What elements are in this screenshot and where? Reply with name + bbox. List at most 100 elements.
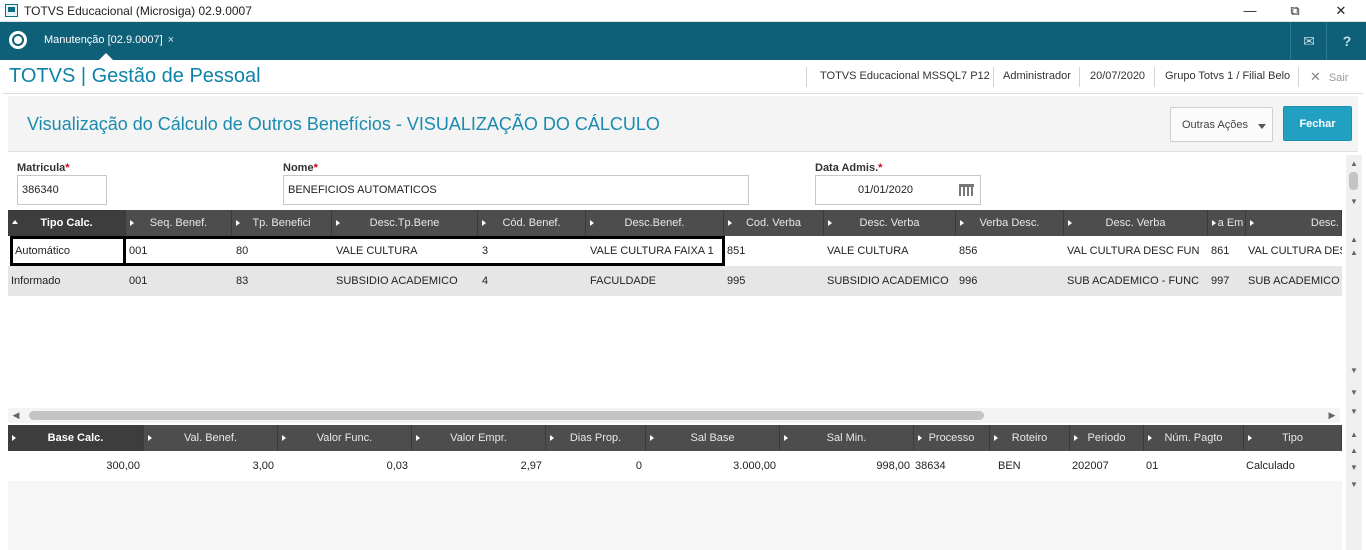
- column-header[interactable]: Desc. Verba: [1064, 210, 1208, 236]
- exit-button[interactable]: ✕ Sair: [1310, 69, 1348, 85]
- table-cell[interactable]: 998,00: [780, 451, 910, 481]
- column-header[interactable]: Seq. Benef.: [126, 210, 232, 236]
- table-cell[interactable]: 2,97: [412, 451, 542, 481]
- column-header[interactable]: Núm. Pagto: [1144, 425, 1244, 451]
- table-cell[interactable]: FACULDADE: [590, 266, 720, 296]
- column-header[interactable]: Desc. Verba: [824, 210, 956, 236]
- page-title: Visualização do Cálculo de Outros Benefí…: [27, 114, 660, 134]
- table-cell[interactable]: Automático: [10, 236, 126, 266]
- column-header[interactable]: Processo: [914, 425, 990, 451]
- column-header[interactable]: Tipo: [1244, 425, 1342, 451]
- table-cell[interactable]: BEN: [998, 451, 1068, 481]
- table-cell[interactable]: SUB ACADEMICO -: [1248, 266, 1342, 296]
- scroll-right-icon[interactable]: ▶: [1326, 408, 1338, 423]
- table-cell[interactable]: VAL CULTURA DES: [1248, 236, 1342, 266]
- scroll-up-icon[interactable]: ▲: [1346, 428, 1362, 442]
- scroll-left-icon[interactable]: ◀: [10, 408, 22, 423]
- nome-field[interactable]: BENEFICIOS AUTOMATICOS: [283, 175, 749, 205]
- table-cell[interactable]: 997: [1211, 266, 1245, 296]
- table-cell[interactable]: 3,00: [144, 451, 274, 481]
- help-icon[interactable]: ?: [1332, 22, 1362, 60]
- table-cell[interactable]: 80: [236, 236, 326, 266]
- column-title: Sal Min.: [826, 432, 867, 444]
- scroll-down-icon[interactable]: ▼: [1346, 364, 1362, 378]
- table-cell[interactable]: 4: [482, 266, 582, 296]
- table-cell[interactable]: 996: [959, 266, 1059, 296]
- table-cell[interactable]: 83: [236, 266, 326, 296]
- tab-close-icon[interactable]: ×: [168, 34, 174, 46]
- other-actions-button[interactable]: Outras Ações: [1170, 107, 1273, 142]
- table-cell[interactable]: 3: [482, 236, 582, 266]
- table-cell[interactable]: 001: [129, 236, 229, 266]
- column-header[interactable]: Valor Empr.: [412, 425, 546, 451]
- scroll-top-icon[interactable]: ▲: [1346, 233, 1362, 247]
- table-cell[interactable]: Informado: [11, 266, 123, 296]
- mail-icon[interactable]: ✉: [1294, 22, 1324, 60]
- horizontal-scrollbar[interactable]: ◀ ▶: [8, 408, 1340, 423]
- table-cell[interactable]: VALE CULTURA: [827, 236, 953, 266]
- column-header[interactable]: Val. Benef.: [144, 425, 278, 451]
- column-header[interactable]: Valor Func.: [278, 425, 412, 451]
- table-cell[interactable]: VALE CULTURA: [336, 236, 476, 266]
- table-cell[interactable]: Calculado: [1246, 451, 1342, 481]
- column-header[interactable]: Desc.Tp.Bene: [332, 210, 478, 236]
- column-header[interactable]: Desc.: [1246, 210, 1342, 236]
- data-admis-field[interactable]: 01/01/2020: [815, 175, 981, 205]
- minimize-button[interactable]: —: [1227, 0, 1273, 22]
- table-cell[interactable]: 001: [129, 266, 229, 296]
- page-scrollbar[interactable]: ▲ ▼ ▲ ▲ ▼ ▼ ▼ ▲ ▲ ▼ ▼: [1346, 155, 1362, 550]
- column-header[interactable]: a Em: [1208, 210, 1246, 236]
- table-cell[interactable]: SUB ACADEMICO - FUNC: [1067, 266, 1203, 296]
- column-header[interactable]: Sal Min.: [780, 425, 914, 451]
- table-cell[interactable]: SUBSIDIO ACADEMICO: [827, 266, 953, 296]
- column-header[interactable]: Cód. Benef.: [478, 210, 586, 236]
- required-mark: *: [313, 162, 318, 174]
- scroll-up-icon[interactable]: ▲: [1346, 444, 1362, 458]
- column-header[interactable]: Dias Prop.: [546, 425, 646, 451]
- scroll-up-icon[interactable]: ▲: [1346, 157, 1362, 171]
- column-header[interactable]: Desc.Benef.: [586, 210, 724, 236]
- scroll-up-icon[interactable]: ▲: [1346, 246, 1362, 260]
- column-header[interactable]: Sal Base: [646, 425, 780, 451]
- table-cell[interactable]: 300,00: [8, 451, 140, 481]
- scroll-down-icon[interactable]: ▼: [1346, 478, 1362, 492]
- column-title: Roteiro: [1011, 432, 1048, 444]
- table-row[interactable]: Informado 001 83 SUBSIDIO ACADEMICO 4 FA…: [8, 266, 1342, 296]
- table-row[interactable]: 300,00 3,00 0,03 2,97 0 3.000,00 998,00 …: [8, 451, 1342, 481]
- table-cell[interactable]: 851: [727, 236, 822, 266]
- column-header[interactable]: Verba Desc.: [956, 210, 1064, 236]
- close-button[interactable]: Fechar: [1283, 106, 1352, 141]
- table-cell[interactable]: 995: [727, 266, 822, 296]
- table-cell[interactable]: 01: [1146, 451, 1242, 481]
- column-header[interactable]: Cod. Verba: [724, 210, 824, 236]
- table-cell[interactable]: 38634: [915, 451, 989, 481]
- column-header[interactable]: Base Calc.: [8, 425, 144, 451]
- scroll-thumb[interactable]: [1349, 172, 1358, 190]
- table-cell[interactable]: VALE CULTURA FAIXA 1: [590, 236, 720, 266]
- calendar-icon[interactable]: [959, 184, 974, 196]
- matricula-field[interactable]: 386340: [17, 175, 107, 205]
- column-header[interactable]: Periodo: [1070, 425, 1144, 451]
- table-cell[interactable]: VAL CULTURA DESC FUN: [1067, 236, 1203, 266]
- restore-button[interactable]: ⧉: [1272, 0, 1318, 22]
- scroll-thumb[interactable]: [29, 411, 984, 420]
- table-cell[interactable]: 202007: [1072, 451, 1142, 481]
- scroll-down-icon[interactable]: ▼: [1346, 461, 1362, 475]
- close-icon: ✕: [1310, 69, 1321, 84]
- totvs-logo-icon[interactable]: [9, 31, 27, 49]
- column-title: Verba Desc.: [979, 217, 1040, 229]
- table-cell[interactable]: 0: [546, 451, 642, 481]
- table-cell[interactable]: 3.000,00: [646, 451, 776, 481]
- column-header[interactable]: Tipo Calc.: [8, 210, 126, 236]
- scroll-bottom-icon[interactable]: ▼: [1346, 405, 1362, 419]
- scroll-down-icon[interactable]: ▼: [1346, 386, 1362, 400]
- close-window-button[interactable]: ✕: [1318, 0, 1364, 22]
- column-header[interactable]: Tp. Benefici: [232, 210, 332, 236]
- table-cell[interactable]: 861: [1211, 236, 1245, 266]
- column-header[interactable]: Roteiro: [990, 425, 1070, 451]
- table-row[interactable]: Automático 001 80 VALE CULTURA 3 VALE CU…: [8, 236, 1342, 266]
- table-cell[interactable]: SUBSIDIO ACADEMICO: [336, 266, 476, 296]
- table-cell[interactable]: 0,03: [278, 451, 408, 481]
- table-cell[interactable]: 856: [959, 236, 1059, 266]
- scroll-down-icon[interactable]: ▼: [1346, 195, 1362, 209]
